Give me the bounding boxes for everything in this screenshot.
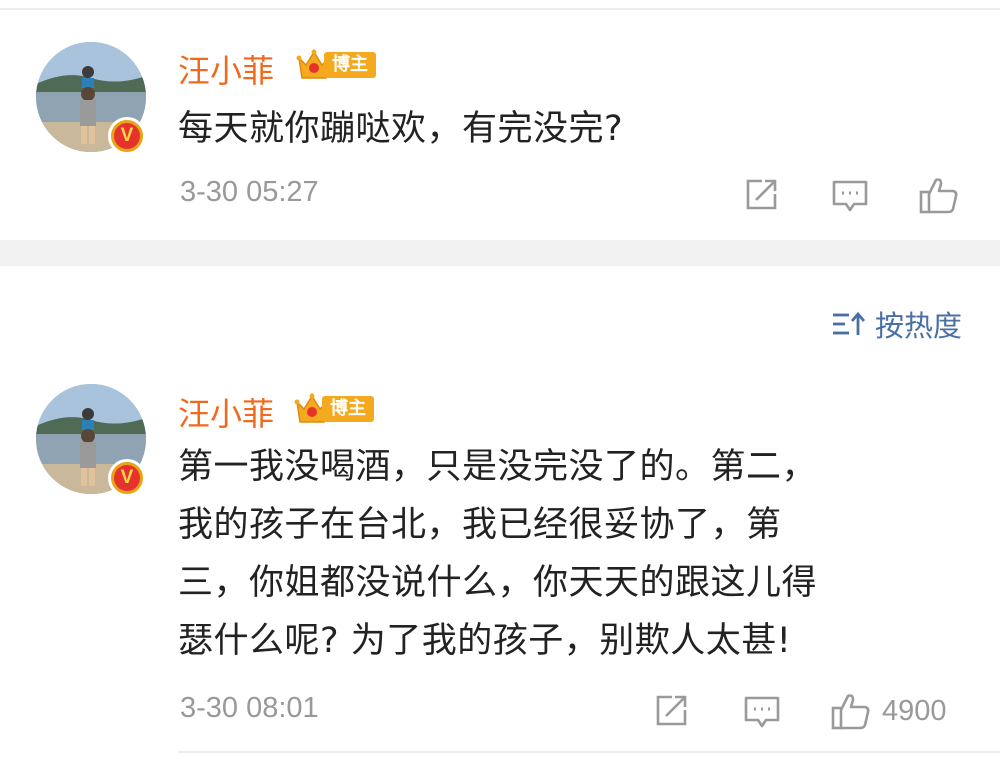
blogger-label: 博主 bbox=[324, 52, 376, 78]
sort-icon bbox=[832, 311, 865, 335]
bottom-divider bbox=[178, 751, 1000, 753]
comment-text-line: 三，你姐都没说什么，你天天的跟这儿得 bbox=[178, 563, 818, 603]
timestamp: 3-30 05:27 bbox=[180, 176, 319, 208]
timestamp: 3-30 08:01 bbox=[180, 692, 319, 724]
blogger-label: 博主 bbox=[322, 396, 374, 422]
comment-text-line: 每天就你蹦哒欢，有完没完? bbox=[178, 109, 624, 149]
thumbs-up-icon bbox=[831, 694, 870, 730]
verified-v-icon: V bbox=[108, 459, 146, 497]
blogger-badge: 博主 bbox=[296, 48, 378, 82]
like-count: 4900 bbox=[882, 694, 947, 727]
comment-text-line: 我的孩子在台北，我已经很妥协了，第 bbox=[178, 505, 782, 545]
username[interactable]: 汪小菲 bbox=[178, 46, 274, 92]
thumbs-up-icon bbox=[919, 178, 958, 214]
like-button[interactable]: 4900 bbox=[830, 690, 947, 732]
share-icon bbox=[746, 179, 777, 210]
sort-by-hot-toggle[interactable]: 按热度 bbox=[831, 303, 962, 345]
share-icon bbox=[656, 695, 687, 726]
share-button[interactable] bbox=[742, 176, 780, 214]
comment-text-line: 瑟什么呢? 为了我的孩子，别欺人太甚! bbox=[178, 621, 792, 661]
username[interactable]: 汪小菲 bbox=[178, 389, 274, 435]
comment-button[interactable] bbox=[830, 176, 870, 216]
comment-text: 第一我没喝酒，只是没完没了的。第二， 我的孩子在台北，我已经很妥协了，第 三，你… bbox=[178, 438, 948, 670]
comment-icon bbox=[744, 696, 780, 728]
comment-text: 每天就你蹦哒欢，有完没完? bbox=[178, 100, 948, 158]
top-divider bbox=[0, 8, 1000, 10]
comment-text-line: 第一我没喝酒，只是没完没了的。第二， bbox=[178, 447, 818, 487]
verified-v-icon: V bbox=[108, 117, 146, 155]
comment-button[interactable] bbox=[742, 692, 782, 732]
comment-item: V 汪小菲 博主 第一我没喝酒，只是没完没了的。第二， 我的孩子在台北，我已经很… bbox=[0, 370, 1000, 750]
comment-icon bbox=[832, 180, 868, 212]
blogger-badge: 博主 bbox=[294, 392, 376, 426]
section-divider bbox=[0, 240, 1000, 266]
sort-label: 按热度 bbox=[874, 309, 962, 343]
share-button[interactable] bbox=[652, 692, 690, 730]
comment-item: V 汪小菲 博主 每天就你蹦哒欢，有完没完? 3-30 05:27 bbox=[0, 20, 1000, 240]
like-button[interactable] bbox=[918, 174, 960, 216]
